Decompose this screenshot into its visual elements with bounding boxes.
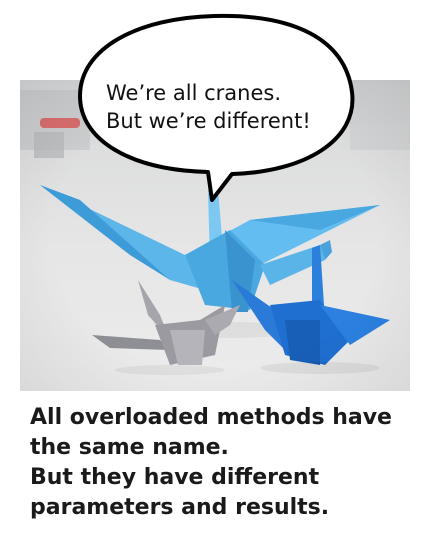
caption-line-4: parameters and results. [30,495,330,520]
caption-line-1: All overloaded methods have [30,405,392,430]
caption-line-2: the same name. [30,435,229,460]
speech-line-2: But we’re different! [106,109,311,133]
speech-line-1: We’re all cranes. [106,81,282,105]
caption: All overloaded methods have the same nam… [30,403,420,523]
caption-line-3: But they have different [30,465,320,490]
speech-bubble-text: We’re all cranes. But we’re different! [106,79,336,135]
